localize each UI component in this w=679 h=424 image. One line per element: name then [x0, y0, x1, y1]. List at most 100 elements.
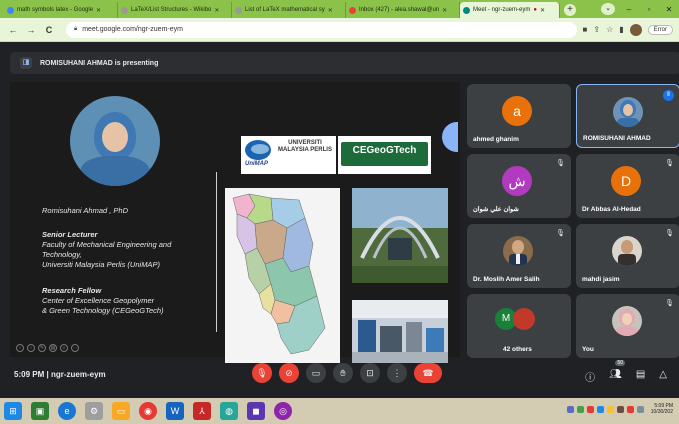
- participant-tile[interactable]: a ahmed ghanim: [467, 84, 571, 148]
- participant-name: Dr Abbas Al-Hedad: [582, 206, 641, 213]
- tab-search-icon[interactable]: ⌄: [601, 3, 615, 15]
- close-tab-icon[interactable]: ✕: [442, 7, 447, 14]
- tray-icon[interactable]: [576, 405, 584, 413]
- logo-text: CEGeoGTech: [352, 145, 417, 156]
- taskbar-clock[interactable]: 5:09 PM 10/30/202: [651, 403, 673, 415]
- meeting-details: 5:09 PM | ngr-zuem-eym: [14, 370, 106, 379]
- browser-tab[interactable]: List of LaTeX mathematical sy ✕: [232, 2, 346, 18]
- participant-photo: [612, 306, 642, 336]
- settings-icon[interactable]: ⚙︎: [85, 402, 103, 420]
- slide-controls: ‹ › ✎ ▤ ⌕ ⋯: [16, 344, 79, 352]
- participant-tile-self[interactable]: 🎙︎ You: [576, 294, 679, 358]
- more-icon[interactable]: ⋯: [71, 344, 79, 352]
- lock-icon[interactable]: 🔒︎: [74, 26, 77, 33]
- participant-tile[interactable]: D 🎙︎ Dr Abbas Al-Hedad: [576, 154, 679, 218]
- edge-icon[interactable]: e: [58, 402, 76, 420]
- end-call-button[interactable]: ☎︎: [414, 363, 442, 383]
- word-icon[interactable]: W: [166, 402, 184, 420]
- tray-icon[interactable]: [626, 405, 634, 413]
- camera-icon[interactable]: ■: [583, 25, 588, 34]
- participant-tile-active-speaker[interactable]: ⦀ ROMISUHANI AHMAD: [576, 84, 679, 148]
- browser-tab[interactable]: Inbox (427) - alea.shawal@un ✕: [346, 2, 460, 18]
- meet-window: ◨ ROMISUHANI AHMAD is presenting Romisuh…: [0, 42, 679, 398]
- participant-tile[interactable]: 🎙︎ mahdi jasim: [576, 224, 679, 288]
- slide-role-line: Faculty of Mechanical Engineering and: [42, 240, 172, 249]
- shared-slide[interactable]: Romisuhani Ahmad , PhD Senior Lecturer F…: [10, 82, 460, 363]
- pen-icon[interactable]: ✎: [38, 344, 46, 352]
- participant-tile[interactable]: ش 🎙︎ شوان علي شوان: [467, 154, 571, 218]
- forward-button[interactable]: →: [24, 25, 38, 35]
- meeting-time: 5:09 PM: [14, 370, 45, 379]
- close-tab-icon[interactable]: ✕: [540, 7, 545, 14]
- url-field[interactable]: 🔒︎ meet.google.com/ngr-zuem-eym: [66, 21, 577, 38]
- maximize-button[interactable]: ▫: [639, 5, 659, 14]
- participant-name: 42 others: [503, 346, 532, 353]
- close-window-button[interactable]: ✕: [659, 5, 679, 14]
- tray-icon[interactable]: [606, 405, 614, 413]
- participant-name: Dr. Moslih Amer Salih: [473, 276, 540, 283]
- raise-hand-button[interactable]: ✋︎: [333, 363, 353, 383]
- reload-button[interactable]: C: [42, 25, 56, 35]
- chrome-icon[interactable]: ◉: [139, 402, 157, 420]
- view-icon[interactable]: ▤: [49, 344, 57, 352]
- browser-tab[interactable]: LaTeX/List Structures - Wikibo ✕: [118, 2, 232, 18]
- os-taskbar: ⊞ ▣ e ⚙︎ ▭ ◉ W ⅄ ◍ ◼ ◎ 5:09 PM 10/30/202: [0, 398, 679, 424]
- back-button[interactable]: ←: [6, 25, 20, 35]
- tray-icon[interactable]: [596, 405, 604, 413]
- file-explorer-icon[interactable]: ▭: [112, 402, 130, 420]
- presenter-portrait: [70, 96, 160, 186]
- close-tab-icon[interactable]: ✕: [328, 7, 333, 14]
- side-controls: ⓘ 👥︎ ▤ △: [585, 369, 667, 384]
- participant-tile-others[interactable]: M 42 others: [467, 294, 571, 358]
- windows-start-icon[interactable]: ⊞: [4, 402, 22, 420]
- close-tab-icon[interactable]: ✕: [96, 7, 101, 14]
- more-options-button[interactable]: ⋮: [387, 363, 407, 383]
- activities-icon[interactable]: △: [659, 369, 667, 384]
- speaking-indicator-icon: ⦀: [663, 90, 674, 101]
- tray-icon[interactable]: [586, 405, 594, 413]
- participant-photo: [613, 97, 643, 127]
- people-icon[interactable]: 👥︎: [609, 369, 622, 384]
- sidepanel-icon[interactable]: ▮: [619, 25, 623, 34]
- captions-button[interactable]: ▭: [306, 363, 326, 383]
- slide-role-line: Technology,: [42, 250, 82, 259]
- separator: |: [46, 370, 49, 379]
- browser-tab-active[interactable]: Meet - ngr-zuem-eym ● ✕: [460, 2, 560, 18]
- laboratory-photo: [352, 300, 448, 363]
- teams-icon[interactable]: ◎: [274, 402, 292, 420]
- next-slide-icon[interactable]: ›: [27, 344, 35, 352]
- acrobat-icon[interactable]: ⅄: [193, 402, 211, 420]
- volume-icon[interactable]: [636, 405, 644, 413]
- new-tab-button[interactable]: +: [564, 4, 576, 16]
- minimize-button[interactable]: –: [619, 5, 639, 14]
- participant-count-badge: 50: [615, 360, 625, 366]
- star-icon[interactable]: ☆: [606, 25, 613, 34]
- present-button[interactable]: ⊡: [360, 363, 380, 383]
- clock-date: 10/30/202: [650, 409, 673, 415]
- slide-name: Romisuhani Ahmad , PhD: [42, 206, 129, 215]
- screen: math symbols latex - Google ✕ LaTeX/List…: [0, 0, 679, 424]
- share-icon[interactable]: ⇪: [593, 25, 600, 34]
- participant-tile[interactable]: 🎙︎ Dr. Moslih Amer Salih: [467, 224, 571, 288]
- address-bar-icons: ■ ⇪ ☆ ▮ Error: [583, 23, 673, 36]
- browser-tab[interactable]: math symbols latex - Google ✕: [4, 2, 118, 18]
- chat-icon[interactable]: ▤: [636, 369, 645, 384]
- mic-toggle-button[interactable]: 🎙︎: [252, 363, 272, 383]
- info-icon[interactable]: ⓘ: [585, 369, 595, 384]
- tray-icon[interactable]: [616, 405, 624, 413]
- app-icon[interactable]: ◼: [247, 402, 265, 420]
- prev-slide-icon[interactable]: ‹: [16, 344, 24, 352]
- tray-icon[interactable]: [566, 405, 574, 413]
- camera-toggle-button[interactable]: ⊘: [279, 363, 299, 383]
- participant-avatar: ش: [502, 166, 532, 196]
- zoom-icon[interactable]: ⌕: [60, 344, 68, 352]
- close-tab-icon[interactable]: ✕: [214, 7, 219, 14]
- tab-label: math symbols latex - Google: [17, 7, 94, 13]
- profile-avatar[interactable]: [629, 23, 642, 36]
- chrome-profile-icon[interactable]: ◍: [220, 402, 238, 420]
- slide-fellow-title: Research Fellow: [42, 286, 102, 295]
- error-button[interactable]: Error: [647, 24, 673, 35]
- store-icon[interactable]: ▣: [31, 402, 49, 420]
- participant-avatar: a: [502, 96, 532, 126]
- mic-muted-icon: 🎙︎: [665, 230, 674, 237]
